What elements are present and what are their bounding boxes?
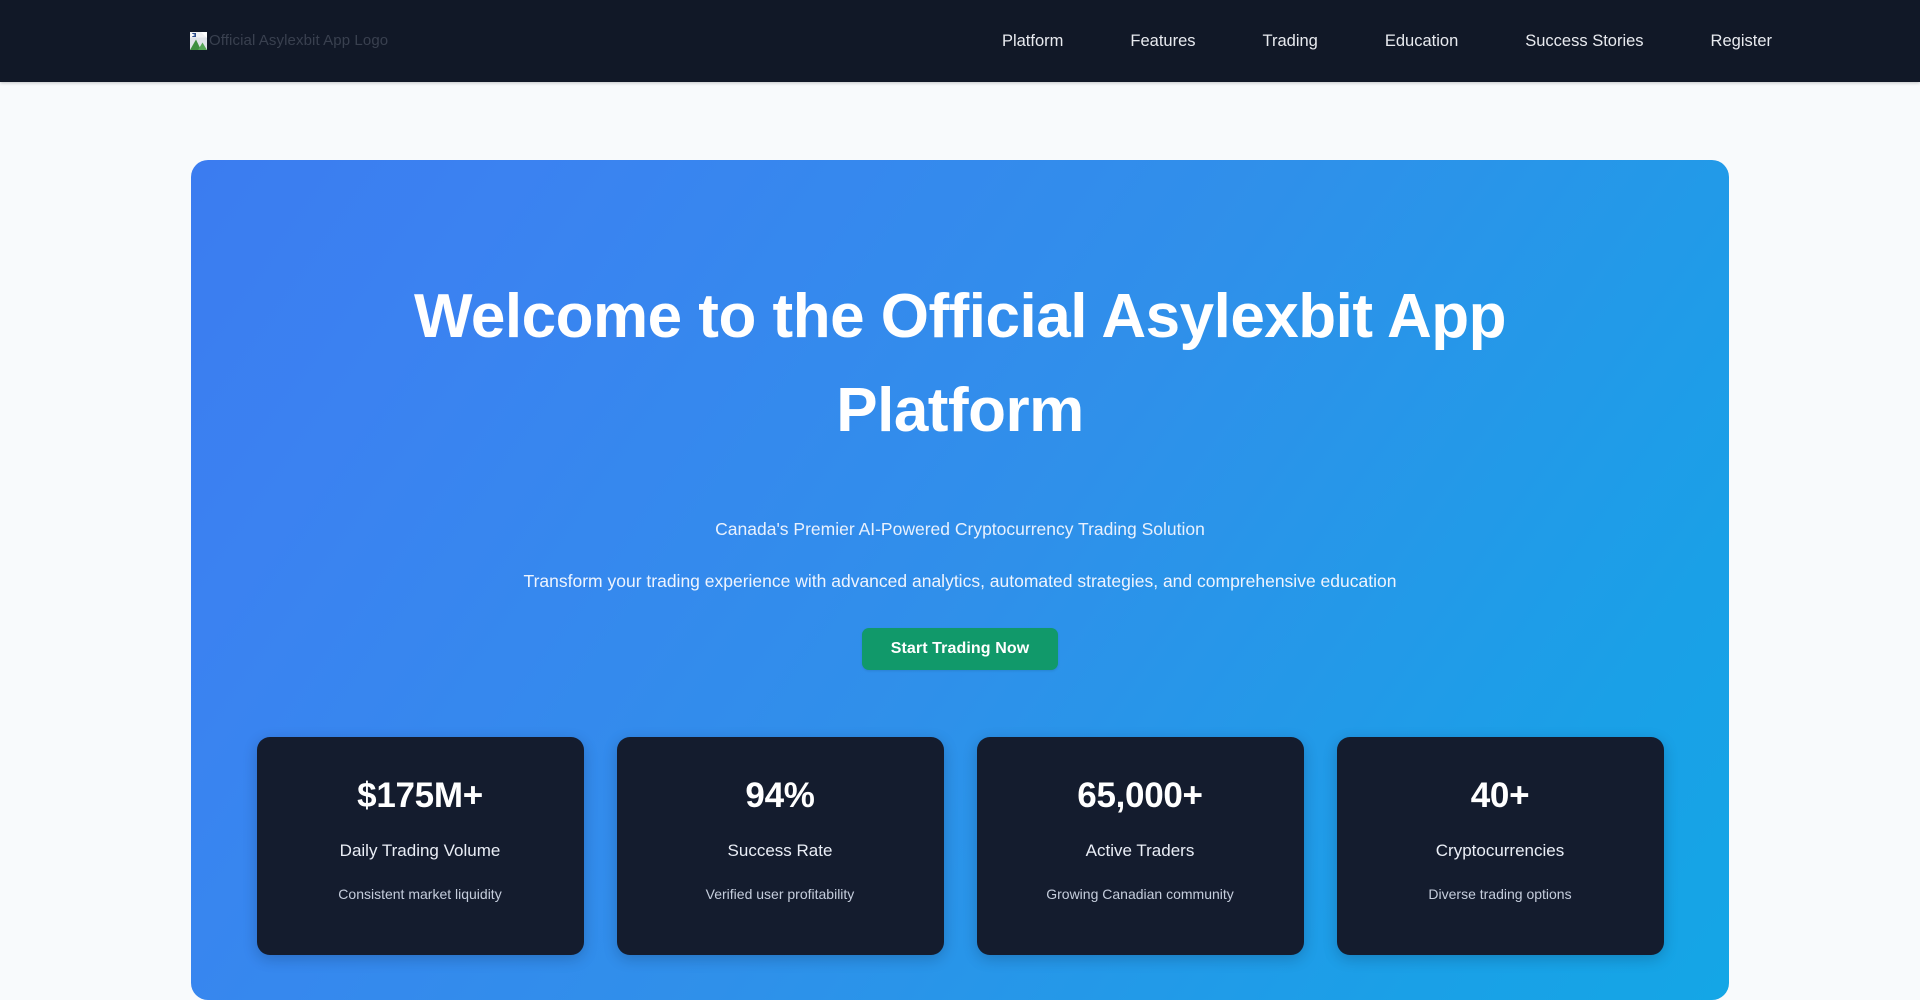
- stat-note: Verified user profitability: [705, 886, 855, 902]
- site-logo[interactable]: Official Asylexbit App Logo: [190, 28, 388, 54]
- hero-section: Welcome to the Official Asylexbit App Pl…: [191, 160, 1729, 1000]
- nav-link-success-stories[interactable]: Success Stories: [1525, 25, 1643, 58]
- stat-value: 94%: [745, 776, 815, 815]
- nav-link-register[interactable]: Register: [1711, 25, 1772, 58]
- stats-row: $175M+ Daily Trading Volume Consistent m…: [251, 737, 1669, 1000]
- nav-link-features[interactable]: Features: [1130, 25, 1195, 58]
- stat-note: Growing Canadian community: [1046, 886, 1234, 902]
- hero-description: Transform your trading experience with a…: [523, 571, 1397, 591]
- stat-value: $175M+: [357, 776, 483, 815]
- nav-link-platform[interactable]: Platform: [1002, 25, 1063, 58]
- nav-link-trading[interactable]: Trading: [1263, 25, 1318, 58]
- stat-value: 40+: [1470, 776, 1530, 815]
- stat-note: Diverse trading options: [1428, 886, 1572, 902]
- stat-note: Consistent market liquidity: [338, 886, 502, 902]
- stat-label: Active Traders: [1085, 841, 1195, 860]
- stat-label: Cryptocurrencies: [1435, 841, 1565, 860]
- stat-label: Success Rate: [727, 841, 833, 860]
- site-logo-alt-text: Official Asylexbit App Logo: [209, 32, 389, 49]
- nav-link-education[interactable]: Education: [1385, 25, 1458, 58]
- stat-card-cryptocurrencies: 40+ Cryptocurrencies Diverse trading opt…: [1336, 737, 1664, 955]
- stat-label: Daily Trading Volume: [339, 841, 501, 860]
- stat-value: 65,000+: [1077, 776, 1203, 815]
- page-title: Welcome to the Official Asylexbit App Pl…: [414, 282, 1506, 445]
- cta-container: Start Trading Now: [251, 628, 1669, 670]
- stat-card-active-traders: 65,000+ Active Traders Growing Canadian …: [976, 737, 1304, 955]
- page-content: Welcome to the Official Asylexbit App Pl…: [0, 82, 1920, 1000]
- hero-subtitle: Canada's Premier AI-Powered Cryptocurren…: [715, 519, 1205, 539]
- top-navigation-bar: Official Asylexbit App Logo Platform Fea…: [0, 0, 1920, 82]
- broken-image-icon: [190, 32, 207, 50]
- stat-card-daily-trading-volume: $175M+ Daily Trading Volume Consistent m…: [256, 737, 584, 955]
- stat-card-success-rate: 94% Success Rate Verified user profitabi…: [616, 737, 944, 955]
- primary-nav: Platform Features Trading Education Succ…: [1002, 0, 1920, 82]
- start-trading-button[interactable]: Start Trading Now: [861, 628, 1059, 670]
